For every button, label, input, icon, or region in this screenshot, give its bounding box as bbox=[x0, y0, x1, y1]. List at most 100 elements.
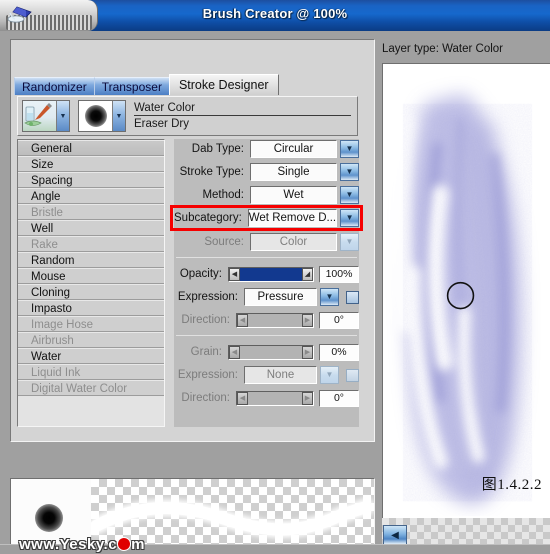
opacity-expression-dropdown-arrow[interactable]: ▼ bbox=[320, 288, 339, 306]
opacity-direction-slider: ◀ ▶ bbox=[236, 312, 314, 328]
brush-category-selector[interactable]: ▼ bbox=[22, 100, 70, 132]
tab-randomizer[interactable]: Randomizer bbox=[14, 77, 95, 95]
sidebar-item-cloning-label: Cloning bbox=[31, 287, 70, 299]
canvas-preview[interactable]: 图1.4.2.2 bbox=[382, 63, 550, 518]
grain-value: 0% bbox=[319, 343, 359, 361]
grain-slider: ◀ ▶ bbox=[228, 344, 314, 360]
method-value: Wet bbox=[283, 189, 304, 201]
dab-type-row: Dab Type: Circular ▼ bbox=[174, 139, 359, 159]
sidebar-item-rake-label: Rake bbox=[31, 239, 58, 251]
source-label: Source: bbox=[204, 236, 244, 248]
sidebar-item-bristle: Bristle bbox=[18, 204, 164, 220]
sidebar-item-spacing[interactable]: Spacing bbox=[18, 172, 164, 188]
grain-expression-label: Expression: bbox=[177, 369, 238, 381]
titlebar-grip[interactable] bbox=[0, 0, 98, 31]
canvas-artwork bbox=[383, 64, 550, 517]
opacity-direction-value: 0° bbox=[319, 311, 359, 329]
stroke-type-value: Single bbox=[277, 166, 310, 178]
stroke-type-combo[interactable]: Single bbox=[250, 163, 337, 181]
sidebar-item-general[interactable]: General bbox=[18, 140, 164, 156]
opacity-direction-slider-left-thumb: ◀ bbox=[237, 313, 248, 327]
sidebar-item-angle[interactable]: Angle bbox=[18, 188, 164, 204]
divider-2 bbox=[176, 335, 357, 336]
figure-caption: 图1.4.2.2 bbox=[481, 477, 542, 493]
dab-type-label: Dab Type: bbox=[191, 143, 244, 155]
section-list[interactable]: General Size Spacing Angle Bristle Well … bbox=[17, 139, 165, 427]
opacity-direction-slider-right-thumb: ▶ bbox=[302, 313, 313, 327]
opacity-direction-row: Direction: ◀ ▶ 0° bbox=[174, 310, 359, 330]
brush-variant-name: Eraser Dry bbox=[134, 118, 189, 130]
grain-slider-left-thumb: ◀ bbox=[229, 345, 240, 359]
sidebar-item-size[interactable]: Size bbox=[18, 156, 164, 172]
grain-expression-combo: None bbox=[244, 366, 317, 384]
grain-expression-dropdown-arrow: ▼ bbox=[320, 366, 339, 384]
grain-slider-right-thumb: ▶ bbox=[302, 345, 313, 359]
opacity-slider[interactable]: ◀ ◢ bbox=[228, 266, 314, 282]
sidebar-item-airbrush: Airbrush bbox=[18, 332, 164, 348]
source-dropdown-arrow: ▼ bbox=[340, 233, 359, 251]
opacity-expression-combo[interactable]: Pressure bbox=[244, 288, 317, 306]
brush-category-name: Water Color bbox=[134, 100, 351, 116]
sidebar-item-rake: Rake bbox=[18, 236, 164, 252]
chevron-left-icon[interactable]: ◀ bbox=[383, 525, 407, 545]
opacity-value[interactable]: 100% bbox=[319, 265, 359, 283]
yesky-logo-icon bbox=[118, 538, 131, 550]
method-row: Method: Wet ▼ bbox=[174, 185, 359, 205]
opacity-expression-label: Expression: bbox=[177, 291, 238, 303]
opacity-expression-invert-checkbox[interactable] bbox=[346, 290, 359, 304]
sidebar-item-random-label: Random bbox=[31, 255, 75, 267]
opacity-label: Opacity: bbox=[179, 268, 222, 280]
general-settings-controls: Dab Type: Circular ▼ Stroke Type: Single… bbox=[170, 139, 363, 427]
divider-1 bbox=[176, 257, 357, 258]
brush-category-dropdown-arrow[interactable]: ▼ bbox=[56, 101, 69, 131]
stroke-type-dropdown-arrow[interactable]: ▼ bbox=[340, 163, 359, 181]
dab-type-combo[interactable]: Circular bbox=[250, 140, 337, 158]
sidebar-item-random[interactable]: Random bbox=[18, 252, 164, 268]
opacity-expression-row: Expression: Pressure ▼ bbox=[174, 287, 359, 307]
sidebar-item-image-hose: Image Hose bbox=[18, 316, 164, 332]
sidebar-item-impasto[interactable]: Impasto bbox=[18, 300, 164, 316]
sidebar-item-mouse[interactable]: Mouse bbox=[18, 268, 164, 284]
sidebar-item-digital-water-color-label: Digital Water Color bbox=[31, 383, 128, 395]
grain-expression-value: None bbox=[266, 369, 295, 381]
grain-direction-row: Direction: ◀ ▶ 0° bbox=[174, 388, 359, 408]
dab-type-dropdown-arrow[interactable]: ▼ bbox=[340, 140, 359, 158]
sidebar-item-spacing-label: Spacing bbox=[31, 175, 73, 187]
tab-transposer[interactable]: Transposer bbox=[93, 77, 170, 95]
sidebar-item-impasto-label: Impasto bbox=[31, 303, 72, 315]
source-value: Color bbox=[279, 236, 308, 248]
sidebar-item-bristle-label: Bristle bbox=[31, 207, 63, 219]
window-titlebar: Brush Creator @ 100% bbox=[0, 0, 550, 31]
sidebar-item-size-label: Size bbox=[31, 159, 54, 171]
tab-transposer-label: Transposer bbox=[101, 79, 162, 94]
brush-name-block: Water Color Eraser Dry bbox=[134, 100, 351, 132]
sidebar-item-water[interactable]: Water bbox=[18, 348, 164, 364]
stroke-preview[interactable]: www.Yesky.c m bbox=[10, 478, 375, 554]
sidebar-item-angle-label: Angle bbox=[31, 191, 61, 203]
sidebar-item-digital-water-color: Digital Water Color bbox=[18, 380, 164, 396]
method-dropdown-arrow[interactable]: ▼ bbox=[340, 186, 359, 204]
sidebar-item-well[interactable]: Well bbox=[18, 220, 164, 236]
sidebar-item-liquid-ink-label: Liquid Ink bbox=[31, 367, 81, 379]
brush-header: ▼ ▼ Water Color Eraser Dry bbox=[17, 96, 358, 136]
grain-label: Grain: bbox=[190, 346, 222, 358]
grain-direction-slider: ◀ ▶ bbox=[236, 390, 314, 406]
grain-row: Grain: ◀ ▶ 0% bbox=[174, 342, 359, 362]
grain-direction-value: 0° bbox=[319, 389, 359, 407]
opacity-row: Opacity: ◀ ◢ 100% bbox=[174, 264, 359, 284]
sidebar-item-cloning[interactable]: Cloning bbox=[18, 284, 164, 300]
opacity-slider-right-thumb[interactable]: ◢ bbox=[302, 267, 313, 281]
brush-variant-dropdown-arrow[interactable]: ▼ bbox=[112, 101, 125, 131]
subcategory-combo[interactable]: Wet Remove D... bbox=[247, 209, 338, 227]
window-body: Randomizer Transposer Stroke Designer ▼ … bbox=[0, 31, 550, 554]
tab-stroke-designer-label: Stroke Designer bbox=[178, 78, 269, 92]
subcategory-dropdown-arrow[interactable]: ▼ bbox=[340, 209, 360, 227]
tab-stroke-designer[interactable]: Stroke Designer bbox=[168, 74, 279, 95]
brush-variant-selector[interactable]: ▼ bbox=[78, 100, 126, 132]
method-combo[interactable]: Wet bbox=[250, 186, 337, 204]
source-row: Source: Color ▼ bbox=[174, 232, 359, 252]
subcategory-value: Wet Remove D... bbox=[248, 212, 337, 224]
opacity-slider-left-thumb[interactable]: ◀ bbox=[229, 267, 240, 281]
brush-creator-window: Brush Creator @ 100% Randomizer Transpos… bbox=[0, 0, 550, 554]
opacity-direction-label: Direction: bbox=[181, 314, 230, 326]
